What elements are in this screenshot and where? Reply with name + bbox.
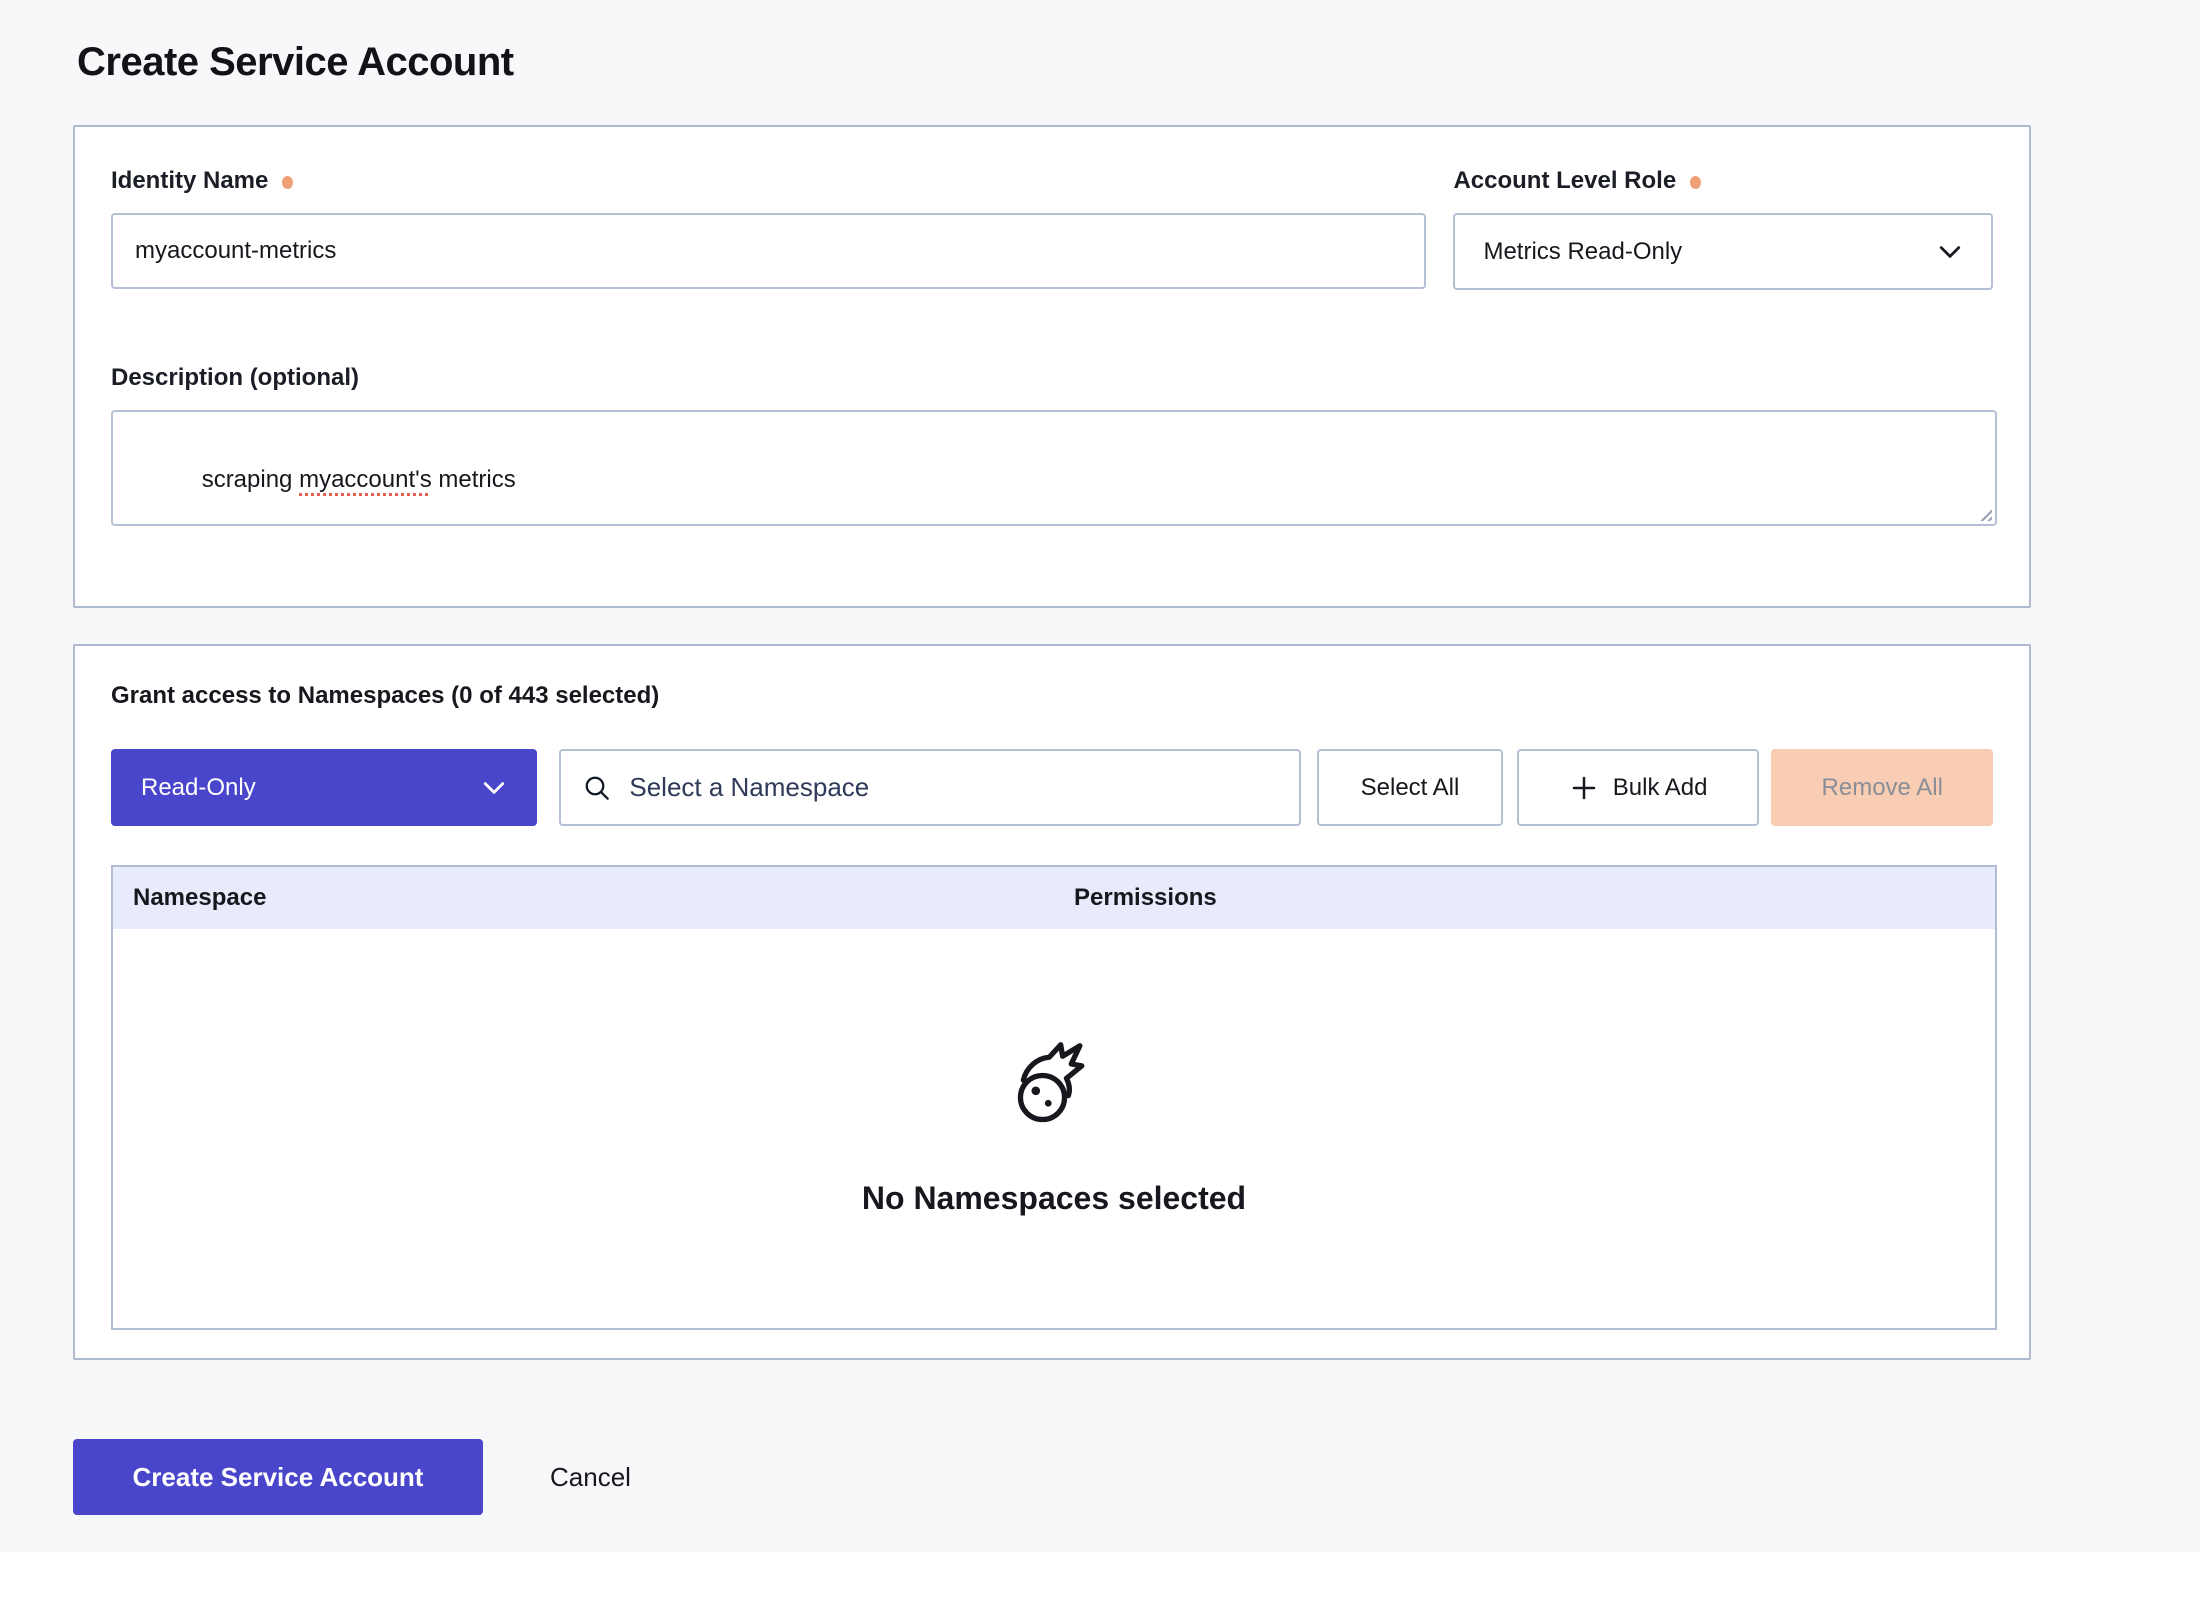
- create-service-account-page: Create Service Account Identity Name Acc…: [0, 0, 2200, 1600]
- page-title: Create Service Account: [77, 38, 2031, 86]
- description-text-misspelled: myaccount's: [299, 466, 432, 493]
- permission-role-value: Read-Only: [141, 774, 256, 802]
- namespaces-table-header: Namespace Permissions: [113, 867, 1995, 929]
- namespaces-heading: Grant access to Namespaces (0 of 443 sel…: [111, 682, 1993, 710]
- account-role-select[interactable]: Metrics Read-Only: [1453, 213, 1993, 290]
- remove-all-button[interactable]: Remove All: [1771, 749, 1993, 826]
- required-dot-icon: [1690, 176, 1701, 189]
- description-text-prefix: scraping: [202, 466, 299, 493]
- account-role-selected-value: Metrics Read-Only: [1483, 238, 1682, 266]
- bulk-add-label: Bulk Add: [1613, 774, 1708, 802]
- identity-name-label: Identity Name: [111, 167, 1426, 195]
- select-all-button[interactable]: Select All: [1317, 749, 1503, 826]
- namespace-search-box[interactable]: [559, 749, 1301, 826]
- column-header-permissions: Permissions: [1054, 884, 1995, 912]
- remove-all-label: Remove All: [1822, 774, 1943, 802]
- namespace-search-input[interactable]: [629, 758, 1279, 818]
- empty-state: No Namespaces selected: [862, 1040, 1246, 1217]
- identity-name-label-text: Identity Name: [111, 167, 268, 195]
- identity-card: Identity Name Account Level Role Metrics…: [73, 125, 2031, 608]
- main-content: Create Service Account Identity Name Acc…: [73, 36, 2031, 1515]
- search-icon: [581, 772, 613, 804]
- bulk-add-button[interactable]: Bulk Add: [1517, 749, 1760, 826]
- chevron-down-icon: [479, 773, 509, 803]
- description-label: Description (optional): [111, 364, 1993, 392]
- create-service-account-button[interactable]: Create Service Account: [73, 1439, 483, 1515]
- namespaces-controls: Read-Only Select All: [111, 749, 1993, 826]
- permission-role-dropdown[interactable]: Read-Only: [111, 749, 537, 826]
- resize-handle-icon[interactable]: [1977, 506, 1992, 521]
- comet-icon: [1008, 1040, 1100, 1132]
- required-dot-icon: [282, 176, 293, 189]
- identity-name-field-group: Identity Name: [111, 167, 1426, 290]
- description-text-suffix: metrics: [432, 466, 516, 493]
- empty-state-text: No Namespaces selected: [862, 1180, 1246, 1217]
- footer-actions: Create Service Account Cancel: [73, 1439, 2031, 1515]
- namespaces-table-body: No Namespaces selected: [113, 929, 1995, 1328]
- select-all-label: Select All: [1361, 774, 1460, 802]
- plus-icon: [1569, 773, 1599, 803]
- account-level-role-label-text: Account Level Role: [1453, 167, 1676, 195]
- page-bottom-band: [0, 1552, 2200, 1600]
- namespaces-card: Grant access to Namespaces (0 of 443 sel…: [73, 644, 2031, 1360]
- account-level-role-label: Account Level Role: [1453, 167, 1993, 195]
- namespaces-table: Namespace Permissions No: [111, 865, 1997, 1330]
- identity-name-input[interactable]: [111, 213, 1426, 289]
- description-field-group: Description (optional) scraping myaccoun…: [111, 364, 1993, 526]
- chevron-down-icon: [1935, 237, 1965, 267]
- cancel-button[interactable]: Cancel: [550, 1462, 631, 1493]
- account-role-field-group: Account Level Role Metrics Read-Only: [1453, 167, 1993, 290]
- column-header-namespace: Namespace: [113, 884, 1054, 912]
- create-service-account-label: Create Service Account: [133, 1462, 424, 1493]
- description-textarea[interactable]: scraping myaccount's metrics: [111, 410, 1997, 526]
